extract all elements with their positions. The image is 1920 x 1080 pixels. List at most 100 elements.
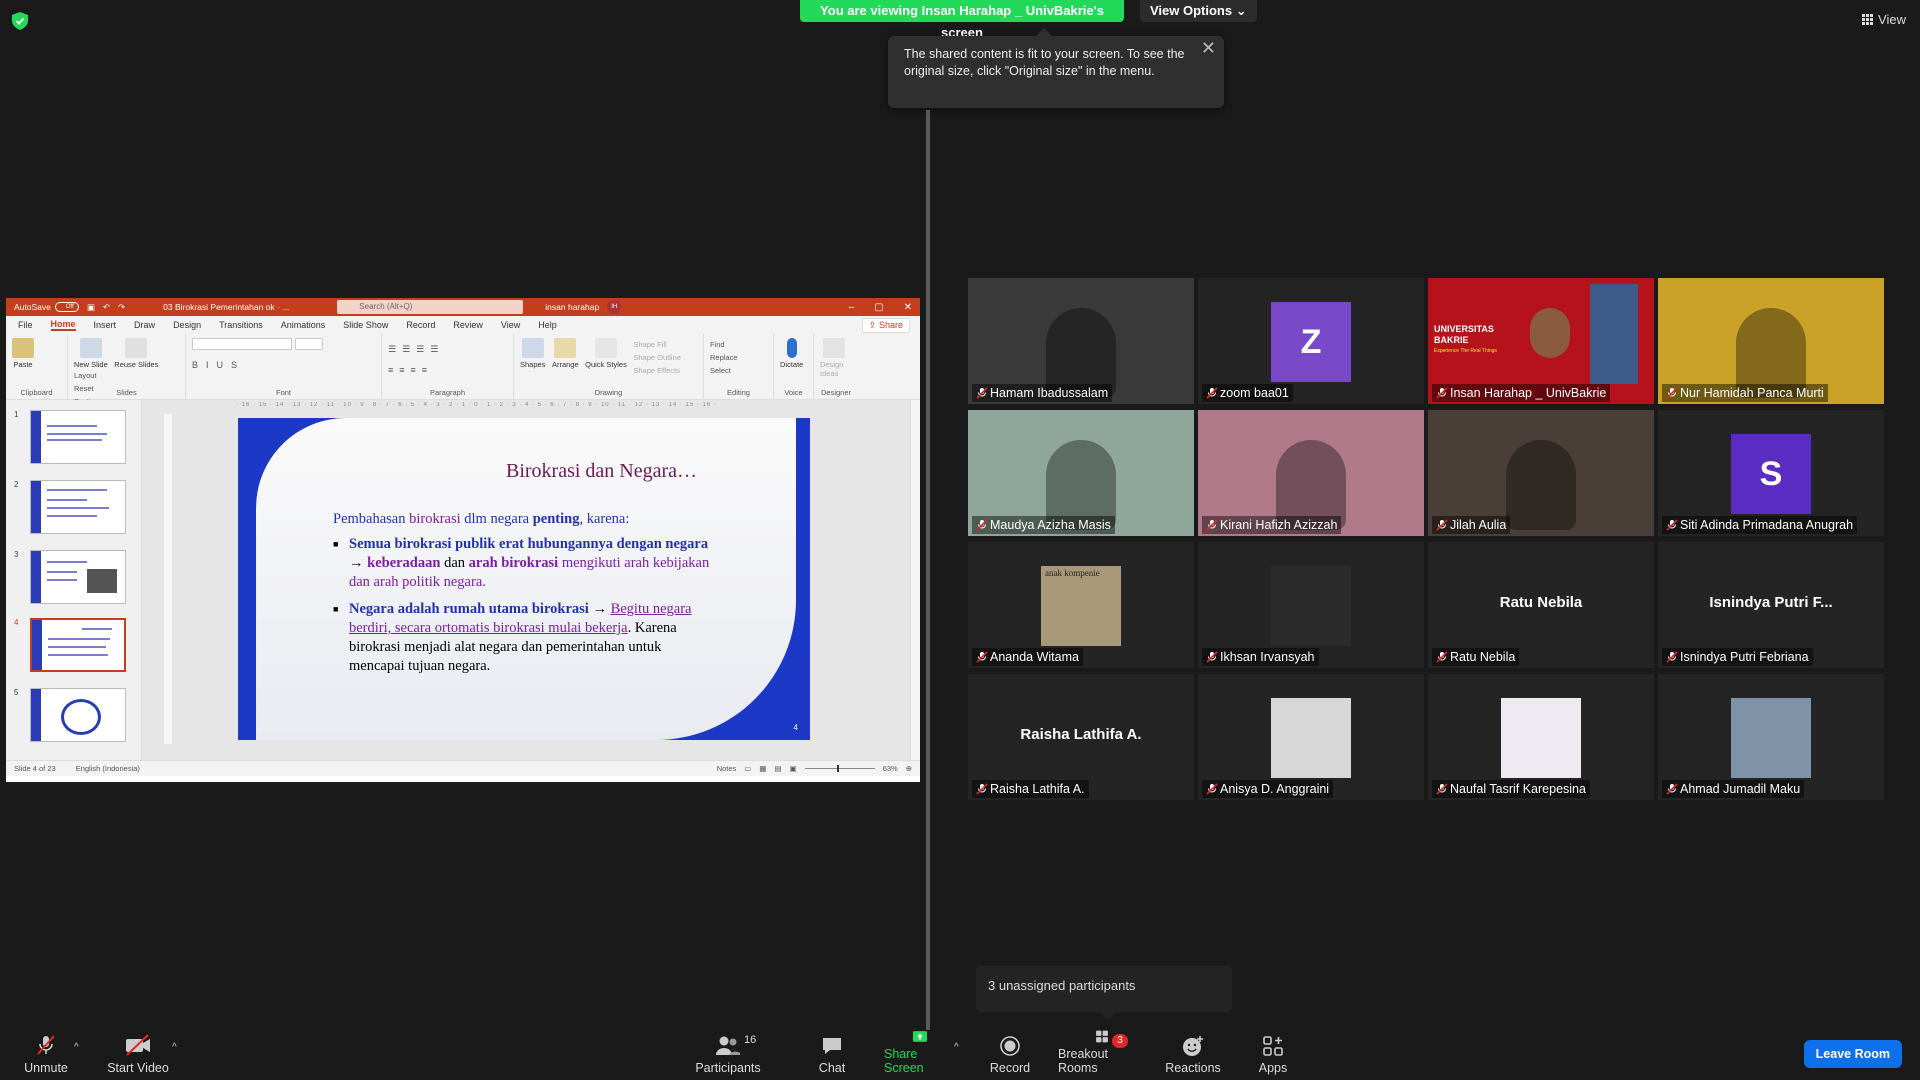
layout-button[interactable]: Layout — [74, 371, 97, 380]
slide-thumbnail-1[interactable] — [30, 410, 126, 464]
reuse-slides-button[interactable]: Reuse Slides — [114, 338, 158, 369]
participant-tile[interactable]: Zzoom baa01 — [1198, 278, 1424, 404]
participant-tile[interactable]: Raisha Lathifa A. Raisha Lathifa A. — [968, 674, 1194, 800]
fit-slide-icon[interactable]: ⊕ — [906, 764, 912, 773]
shapes-button[interactable]: Shapes — [520, 338, 545, 369]
close-window-icon[interactable]: ✕ — [904, 302, 912, 313]
autosave-toggle[interactable]: AutoSave Off — [14, 302, 79, 312]
ppt-search-box[interactable]: Search (Alt+Q) — [337, 300, 524, 314]
avatar[interactable]: IH — [607, 300, 622, 314]
participant-tile[interactable]: Ikhsan Irvansyah — [1198, 542, 1424, 668]
participant-tile[interactable]: S Siti Adinda Primadana Anugrah — [1658, 410, 1884, 536]
split-view-divider[interactable] — [926, 110, 930, 1030]
quick-styles-button[interactable]: Quick Styles — [585, 338, 627, 369]
current-slide[interactable]: Birokrasi dan Negara… Pembahasan birokra… — [238, 418, 810, 740]
design-ideas-button[interactable]: Design Ideas — [820, 338, 848, 378]
participant-tile[interactable]: Kirani Hafizh Azizzah — [1198, 410, 1424, 536]
participant-tile[interactable]: UNIVERSITAS BAKRIE Experience The Real Th… — [1428, 278, 1654, 404]
security-shield-icon[interactable] — [12, 12, 28, 30]
video-options-chevron-icon[interactable]: ^ — [172, 1042, 177, 1053]
view-options-button[interactable]: View Options ⌄ — [1140, 0, 1257, 22]
record-button[interactable]: Record — [988, 1030, 1032, 1080]
vertical-scrollbar[interactable] — [910, 400, 920, 760]
new-slide-button[interactable]: New Slide — [74, 338, 108, 369]
participant-tile[interactable]: anak kompenie Ananda Witama — [968, 542, 1194, 668]
breakout-rooms-button[interactable]: Breakout Rooms — [1058, 1030, 1146, 1080]
tab-transitions[interactable]: Transitions — [219, 320, 263, 330]
record-label: Record — [989, 1061, 1031, 1075]
participant-name: Raisha Lathifa A. — [972, 780, 1089, 798]
participant-tile[interactable]: Anisya D. Anggraini — [1198, 674, 1424, 800]
slide-thumbnail-4[interactable] — [30, 618, 126, 672]
tab-record[interactable]: Record — [406, 320, 435, 330]
participant-tile[interactable]: Ratu Nebila Ratu Nebila — [1428, 542, 1654, 668]
ppt-filename[interactable]: 03 Birokrasi Pemerintahan ok · ... — [163, 302, 289, 312]
tab-help[interactable]: Help — [538, 320, 557, 330]
redo-icon[interactable]: ↷ — [118, 302, 125, 313]
share-screen-button[interactable]: Share Screen — [884, 1030, 956, 1080]
slideshow-icon[interactable]: ▣ — [790, 764, 797, 773]
normal-view-icon[interactable]: ▭ — [744, 764, 751, 773]
unassigned-participants-notice[interactable]: 3 unassigned participants — [976, 966, 1232, 1020]
unmute-button[interactable]: Unmute — [22, 1030, 70, 1080]
slide-thumbnail-5[interactable] — [30, 688, 126, 742]
participant-tile[interactable]: Naufal Tasrif Karepesina — [1428, 674, 1654, 800]
save-icon[interactable]: ▣ — [87, 302, 95, 313]
zoom-level[interactable]: 63% — [883, 764, 898, 773]
font-format-buttons[interactable]: BIUS — [192, 360, 375, 370]
slide-thumbnail-2[interactable] — [30, 480, 126, 534]
participant-name: Ahmad Jumadil Maku — [1662, 780, 1805, 798]
tab-slide-show[interactable]: Slide Show — [343, 320, 388, 330]
participant-name: Hamam Ibadussalam — [972, 384, 1113, 402]
participant-tile[interactable]: Nur Hamidah Panca Murti — [1658, 278, 1884, 404]
tab-file[interactable]: File — [18, 320, 33, 330]
share-options-chevron-icon[interactable]: ^ — [954, 1042, 959, 1053]
language-status[interactable]: English (Indonesia) — [76, 764, 140, 773]
align-buttons[interactable]: ≡≡≡≡ — [388, 365, 507, 375]
replace-button[interactable]: Replace — [710, 353, 738, 362]
leave-room-button[interactable]: Leave Room — [1803, 1040, 1902, 1068]
tab-insert[interactable]: Insert — [94, 320, 117, 330]
paste-button[interactable]: Paste — [12, 338, 34, 369]
maximize-icon[interactable]: ▢ — [874, 302, 883, 313]
find-button[interactable]: Find — [710, 340, 725, 349]
font-name-field[interactable] — [192, 338, 292, 350]
tab-view[interactable]: View — [501, 320, 520, 330]
slide-sorter-icon[interactable]: ▦ — [759, 764, 766, 773]
intro-text: , karena: — [579, 511, 630, 527]
chat-button[interactable]: Chat — [812, 1030, 852, 1080]
participant-tile[interactable]: Maudya Azizha Masis — [968, 410, 1194, 536]
tab-review[interactable]: Review — [453, 320, 483, 330]
zoom-slider[interactable] — [804, 765, 875, 772]
arrange-button[interactable]: Arrange — [552, 338, 579, 369]
participant-name: Kirani Hafizh Azizzah — [1202, 516, 1342, 534]
tab-draw[interactable]: Draw — [134, 320, 155, 330]
slide-thumbnail-3[interactable] — [30, 550, 126, 604]
list-buttons[interactable]: ☰☰☰☰ — [388, 344, 507, 355]
tab-animations[interactable]: Animations — [281, 320, 326, 330]
audio-options-chevron-icon[interactable]: ^ — [74, 1042, 79, 1053]
view-layout-button[interactable]: View — [1862, 12, 1906, 27]
share-button[interactable]: ⇪ Share — [861, 317, 910, 333]
tab-design[interactable]: Design — [173, 320, 201, 330]
participant-tile[interactable]: Jilah Aulia — [1428, 410, 1654, 536]
participant-tile[interactable]: Hamam Ibadussalam — [968, 278, 1194, 404]
close-icon[interactable]: ✕ — [1201, 39, 1216, 57]
start-video-button[interactable]: Start Video — [106, 1030, 170, 1080]
font-size-field[interactable] — [294, 338, 323, 350]
participant-tile[interactable]: Isnindya Putri F... Isnindya Putri Febria… — [1658, 542, 1884, 668]
minimize-icon[interactable]: – — [849, 302, 855, 313]
apps-button[interactable]: Apps — [1256, 1030, 1290, 1080]
reactions-button[interactable]: Reactions — [1164, 1030, 1222, 1080]
notes-button[interactable]: Notes — [717, 764, 737, 773]
tab-home[interactable]: Home — [50, 319, 76, 331]
dictate-button[interactable]: Dictate — [780, 338, 803, 369]
select-button[interactable]: Select — [710, 366, 731, 375]
shape-effects-button[interactable]: Shape Effects — [633, 366, 680, 375]
shape-outline-button[interactable]: Shape Outline — [633, 353, 681, 362]
reuse-slides-label: Reuse Slides — [114, 360, 159, 369]
undo-icon[interactable]: ↶ — [103, 302, 110, 313]
shape-fill-button[interactable]: Shape Fill — [633, 340, 666, 349]
reading-view-icon[interactable]: ▤ — [775, 764, 782, 773]
participant-tile[interactable]: Ahmad Jumadil Maku — [1658, 674, 1884, 800]
